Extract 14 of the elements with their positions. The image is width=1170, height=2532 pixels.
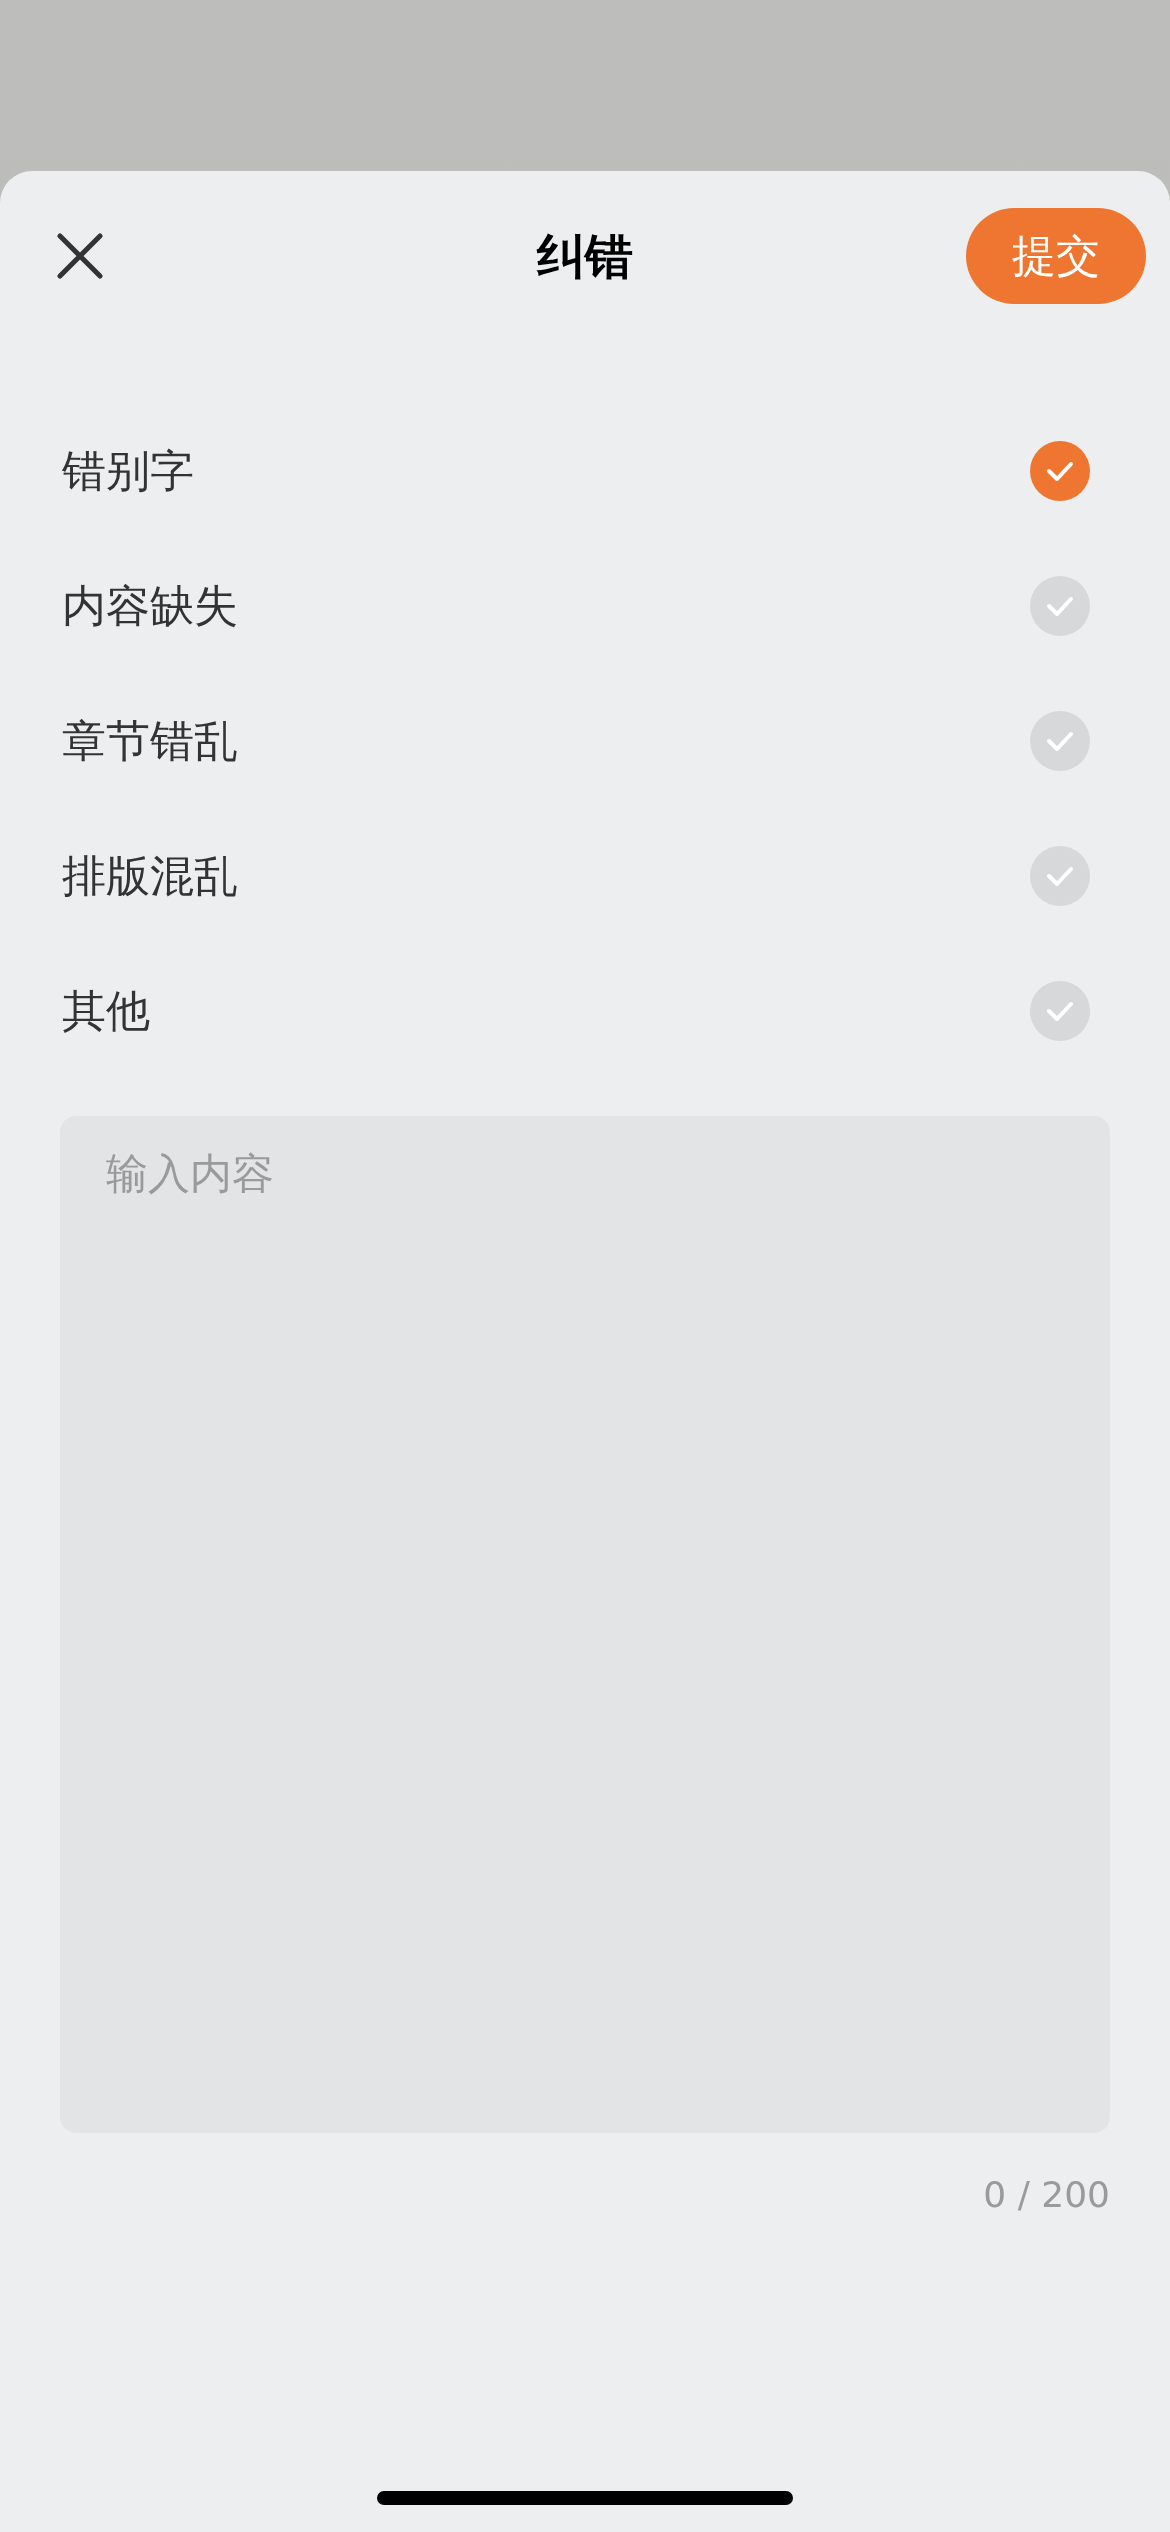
option-row[interactable]: 其他 bbox=[0, 943, 1170, 1078]
content-input-field[interactable]: 输入内容 bbox=[60, 1116, 1110, 2133]
option-row[interactable]: 内容缺失 bbox=[0, 538, 1170, 673]
sheet-title: 纠错 bbox=[537, 227, 633, 286]
option-label: 其他 bbox=[62, 983, 150, 1038]
option-label: 排版混乱 bbox=[62, 848, 238, 903]
option-label: 章节错乱 bbox=[62, 713, 238, 768]
option-label: 内容缺失 bbox=[62, 578, 238, 633]
option-row[interactable]: 章节错乱 bbox=[0, 673, 1170, 808]
option-label: 错别字 bbox=[62, 443, 194, 498]
character-counter: 0 / 200 bbox=[983, 2173, 1110, 2217]
option-row[interactable]: 排版混乱 bbox=[0, 808, 1170, 943]
option-row[interactable]: 错别字 bbox=[0, 403, 1170, 538]
close-icon bbox=[56, 232, 104, 280]
